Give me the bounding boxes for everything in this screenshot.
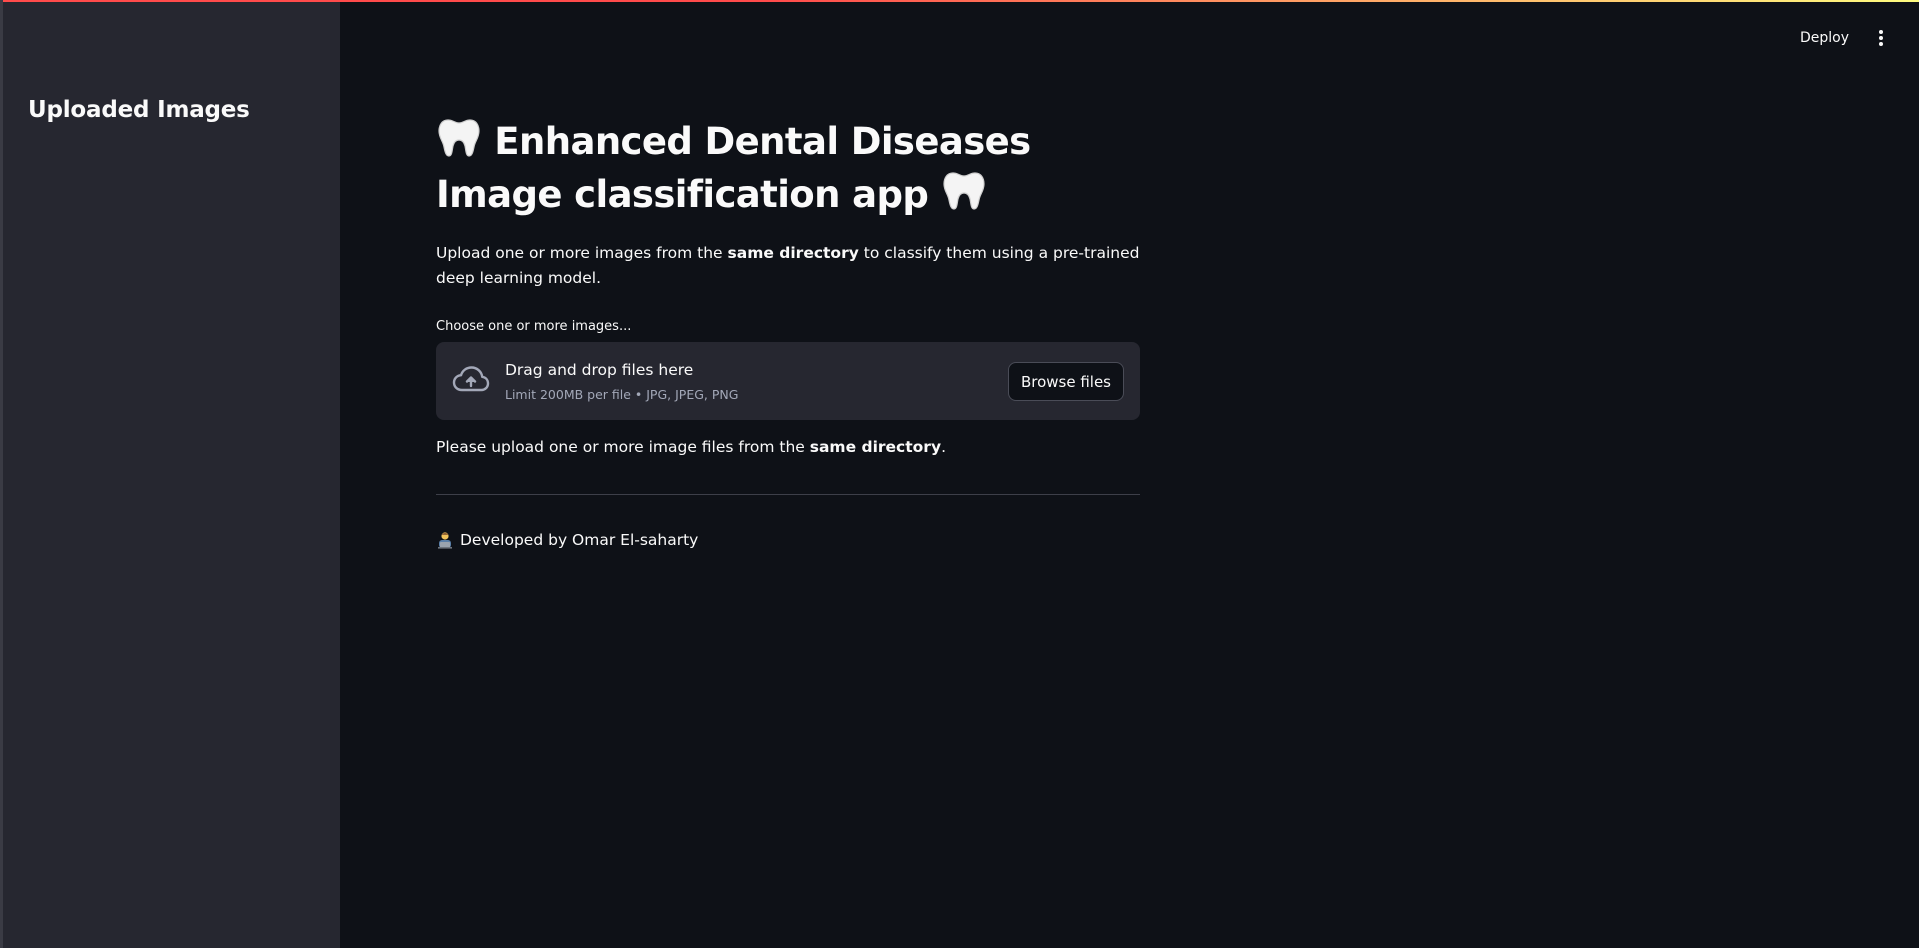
tooth-icon [942,172,985,210]
page-title: Enhanced Dental Diseases Image classific… [436,115,1140,221]
dropzone-title: Drag and drop files here [505,361,694,379]
upload-note: Please upload one or more image files fr… [436,438,1140,456]
content: Enhanced Dental Diseases Image classific… [436,115,1140,549]
footer-text: Developed by Omar El-saharty [460,531,699,549]
vertical-dots-icon[interactable] [1873,29,1889,47]
developer-icon [438,532,452,549]
dropzone-limit: Limit 200MB per file • JPG, JPEG, PNG [505,387,739,402]
footer: Developed by Omar El-saharty [436,531,1140,549]
intro-bold: same directory [727,244,859,262]
deploy-button[interactable]: Deploy [1800,26,1849,50]
note-after: . [941,438,946,456]
intro-before: Upload one or more images from the [436,244,728,262]
note-before: Please upload one or more image files fr… [436,438,810,456]
sidebar-title: Uploaded Images [28,97,250,123]
tooth-icon [438,119,480,157]
note-bold: same directory [809,438,942,456]
header-actions: Deploy [1800,26,1889,50]
file-dropzone[interactable]: Drag and drop files here Limit 200MB per… [436,342,1140,420]
sidebar: Uploaded Images [3,2,340,948]
uploader-label: Choose one or more images... [436,319,632,334]
intro-text: Upload one or more images from the same … [436,241,1140,291]
browse-files-button[interactable]: Browse files [1007,362,1124,401]
cloud-upload-icon [452,366,490,392]
divider [436,494,1140,495]
